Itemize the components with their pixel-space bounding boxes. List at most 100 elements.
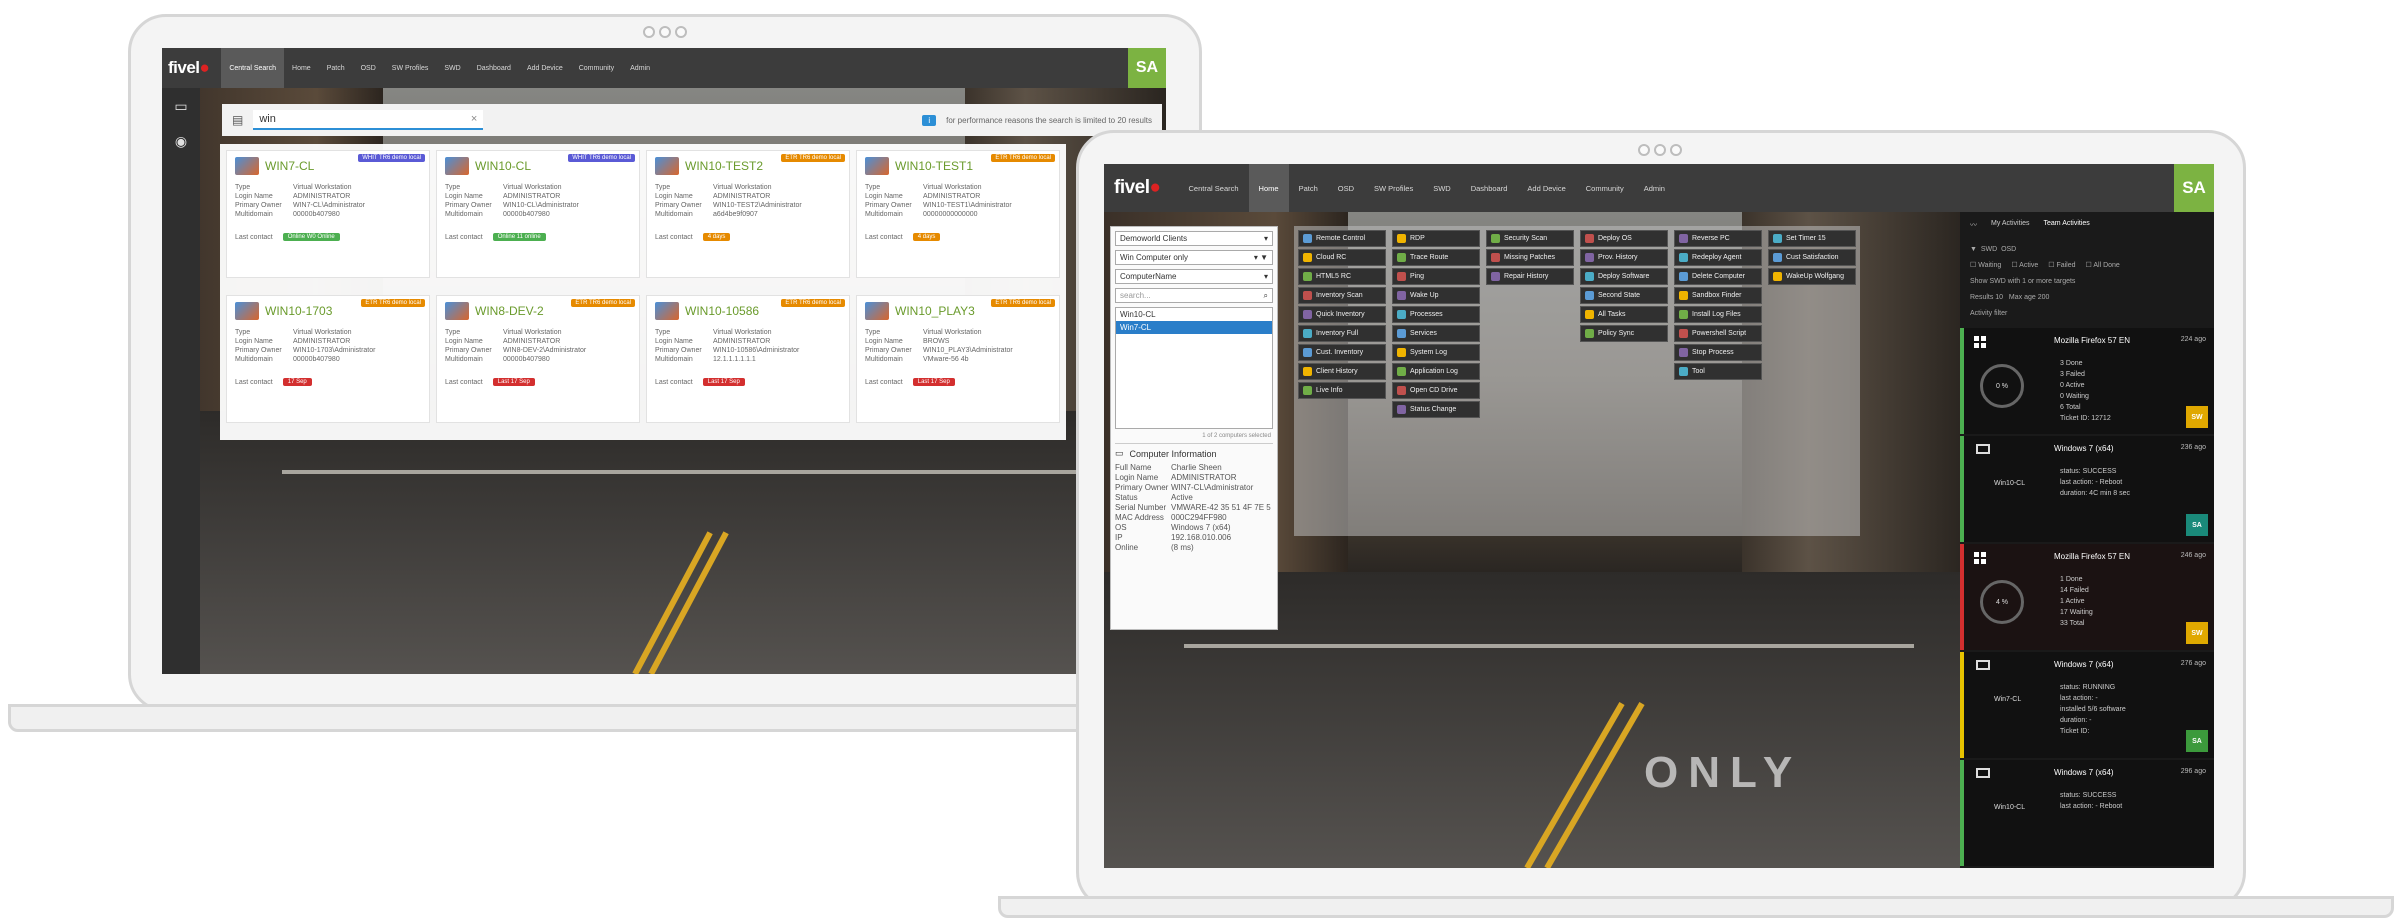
tool-button-powershell-script[interactable]: Powershell Script [1674, 325, 1762, 342]
central-search-input[interactable]: win × [253, 110, 484, 130]
nav-item-home[interactable]: Home [1248, 164, 1289, 212]
tool-button-inventory-scan[interactable]: Inventory Scan [1298, 287, 1386, 304]
computer-name[interactable]: WIN10_PLAY3 [895, 304, 975, 318]
nav-item-sw-profiles[interactable]: SW Profiles [1364, 164, 1423, 212]
activity-action-button[interactable]: SW [2186, 622, 2208, 644]
fivel-logo[interactable]: fivel● [1114, 177, 1161, 199]
computer-filter-select[interactable]: Win Computer only ▾ ▼ [1115, 250, 1273, 265]
tool-button-services[interactable]: Services [1392, 325, 1480, 342]
tool-button-sandbox-finder[interactable]: Sandbox Finder [1674, 287, 1762, 304]
computer-icon[interactable]: ▭ [174, 98, 187, 115]
nav-item-swd[interactable]: SWD [436, 48, 468, 88]
tool-button-remote-control[interactable]: Remote Control [1298, 230, 1386, 247]
user-avatar[interactable]: SA [1128, 48, 1166, 88]
computer-search-input[interactable]: search... ⌕ [1115, 288, 1273, 303]
tool-button-quick-inventory[interactable]: Quick Inventory [1298, 306, 1386, 323]
computer-card[interactable]: WHIT TR6 demo local WIN10-CL Type Virtual W… [436, 150, 640, 278]
tool-button-wakeup-wolfgang[interactable]: WakeUp Wolfgang [1768, 268, 1856, 285]
nav-item-add-device[interactable]: Add Device [519, 48, 571, 88]
tool-button-application-log[interactable]: Application Log [1392, 363, 1480, 380]
tool-button-rdp[interactable]: RDP [1392, 230, 1480, 247]
computer-card[interactable]: ETR TR6 demo local WIN8-DEV-2 Type Virtual … [436, 295, 640, 423]
tool-button-prov-history[interactable]: Prov. History [1580, 249, 1668, 266]
nav-item-sw-profiles[interactable]: SW Profiles [384, 48, 437, 88]
tool-button-all-tasks[interactable]: All Tasks [1580, 306, 1668, 323]
nav-item-community[interactable]: Community [571, 48, 622, 88]
filter-icon[interactable]: ▼ [1970, 246, 1977, 253]
nav-item-home[interactable]: Home [284, 48, 319, 88]
tool-button-install-log-files[interactable]: Install Log Files [1674, 306, 1762, 323]
activity-item[interactable]: Win7-CL Windows 7 (x64) 276 ago status: RUN… [1960, 652, 2214, 758]
tool-button-cust-inventory[interactable]: Cust. Inventory [1298, 344, 1386, 361]
tool-button-wake-up[interactable]: Wake Up [1392, 287, 1480, 304]
computer-card[interactable]: ETR TR6 demo local WIN10-10586 Type Virtual… [646, 295, 850, 423]
tool-button-stop-process[interactable]: Stop Process [1674, 344, 1762, 361]
tool-button-deploy-software[interactable]: Deploy Software [1580, 268, 1668, 285]
nav-item-osd[interactable]: OSD [353, 48, 384, 88]
tab-my-activities[interactable]: My Activities [1991, 220, 2030, 230]
tool-button-redeploy-agent[interactable]: Redeploy Agent [1674, 249, 1762, 266]
tool-button-system-log[interactable]: System Log [1392, 344, 1480, 361]
activity-action-button[interactable]: SA [2186, 514, 2208, 536]
activity-action-button[interactable]: SW [2186, 406, 2208, 428]
clear-icon[interactable]: × [471, 113, 477, 125]
computer-name[interactable]: WIN7-CL [265, 159, 314, 173]
computer-name[interactable]: WIN10-TEST1 [895, 159, 973, 173]
tool-button-security-scan[interactable]: Security Scan [1486, 230, 1574, 247]
search-icon[interactable]: ⌕ [1264, 291, 1268, 301]
tool-button-policy-sync[interactable]: Policy Sync [1580, 325, 1668, 342]
nav-item-dashboard[interactable]: Dashboard [469, 48, 519, 88]
computer-name[interactable]: WIN10-10586 [685, 304, 759, 318]
activity-item[interactable]: Win10-CL Windows 7 (x64) 236 ago status: SU… [1960, 436, 2214, 542]
nav-item-osd[interactable]: OSD [1328, 164, 1364, 212]
tool-button-missing-patches[interactable]: Missing Patches [1486, 249, 1574, 266]
client-group-select[interactable]: Demoworld Clients ▾ [1115, 231, 1273, 246]
nav-item-admin[interactable]: Admin [622, 48, 658, 88]
computer-name[interactable]: WIN10-1703 [265, 304, 332, 318]
activity-filter-active[interactable]: ☐ Active [2011, 262, 2038, 269]
activity-item[interactable]: 4 % Mozilla Firefox 57 EN 246 ago 1 Done 14 … [1960, 544, 2214, 650]
tab-team-activities[interactable]: Team Activities [2044, 220, 2090, 230]
tool-button-html5-rc[interactable]: HTML5 RC [1298, 268, 1386, 285]
nav-item-swd[interactable]: SWD [1423, 164, 1461, 212]
activity-item[interactable]: Win10-CL Windows 7 (x64) 296 ago status: SU… [1960, 760, 2214, 866]
nav-item-central-search[interactable]: Central Search [221, 48, 285, 88]
nav-item-dashboard[interactable]: Dashboard [1461, 164, 1518, 212]
activity-filter-all-done[interactable]: ☐ All Done [2086, 262, 2120, 269]
computer-card[interactable]: WHIT TR6 demo local WIN7-CL Type Virtual Wo… [226, 150, 430, 278]
tool-button-inventory-full[interactable]: Inventory Full [1298, 325, 1386, 342]
list-item[interactable]: Win7-CL [1116, 321, 1272, 334]
nav-item-patch[interactable]: Patch [1289, 164, 1328, 212]
tool-button-live-info[interactable]: Live Info [1298, 382, 1386, 399]
activity-action-button[interactable]: SA [2186, 730, 2208, 752]
nav-item-central-search[interactable]: Central Search [1179, 164, 1249, 212]
sort-field-select[interactable]: ComputerName ▾ [1115, 269, 1273, 284]
nav-item-add-device[interactable]: Add Device [1517, 164, 1575, 212]
tool-button-tool[interactable]: Tool [1674, 363, 1762, 380]
tool-button-open-cd-drive[interactable]: Open CD Drive [1392, 382, 1480, 399]
user-avatar[interactable]: SA [2174, 164, 2214, 212]
list-item[interactable]: Win10-CL [1116, 308, 1272, 321]
computer-name[interactable]: WIN8-DEV-2 [475, 304, 544, 318]
tool-button-deploy-os[interactable]: Deploy OS [1580, 230, 1668, 247]
tool-button-status-change[interactable]: Status Change [1392, 401, 1480, 418]
tool-button-client-history[interactable]: Client History [1298, 363, 1386, 380]
tool-button-set-timer-15[interactable]: Set Timer 15 [1768, 230, 1856, 247]
tool-button-trace-route[interactable]: Trace Route [1392, 249, 1480, 266]
filter-icon[interactable]: ▤ [232, 113, 243, 127]
computer-card[interactable]: ETR TR6 demo local WIN10-1703 Type Virtual … [226, 295, 430, 423]
computer-name[interactable]: WIN10-TEST2 [685, 159, 763, 173]
nav-item-admin[interactable]: Admin [1634, 164, 1675, 212]
activity-filter-failed[interactable]: ☐ Failed [2048, 262, 2075, 269]
tool-button-cloud-rc[interactable]: Cloud RC [1298, 249, 1386, 266]
nav-item-patch[interactable]: Patch [319, 48, 353, 88]
settings-icon[interactable]: ◉ [175, 133, 187, 150]
fivel-logo[interactable]: fivel● [168, 58, 210, 78]
activity-filter-waiting[interactable]: ☐ Waiting [1970, 262, 2001, 269]
computer-name[interactable]: WIN10-CL [475, 159, 531, 173]
tool-button-delete-computer[interactable]: Delete Computer [1674, 268, 1762, 285]
tool-button-reverse-pc[interactable]: Reverse PC [1674, 230, 1762, 247]
tool-button-repair-history[interactable]: Repair History [1486, 268, 1574, 285]
computer-card[interactable]: ETR TR6 demo local WIN10-TEST2 Type Virtual… [646, 150, 850, 278]
tool-button-ping[interactable]: Ping [1392, 268, 1480, 285]
